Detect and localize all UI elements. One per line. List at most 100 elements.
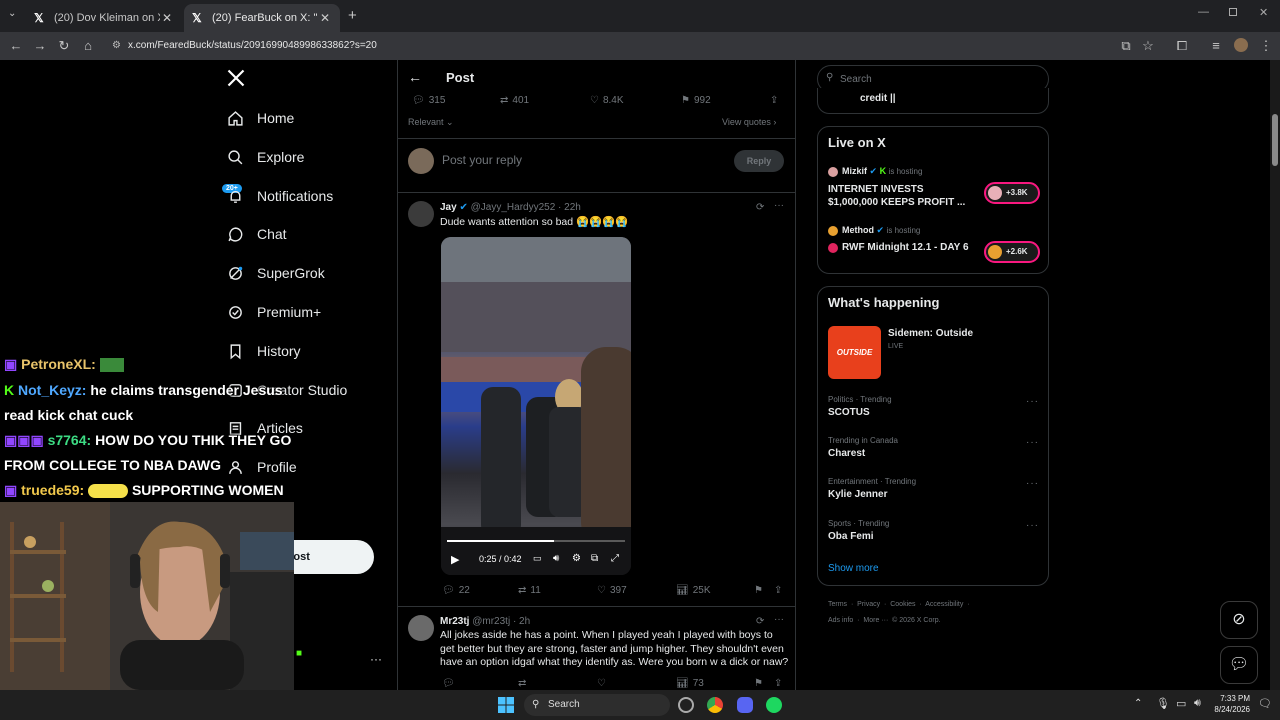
reply-author[interactable]: Mr23tj @mr23tj · 2h xyxy=(440,616,530,627)
views-count[interactable]: 📊︎ 25K xyxy=(676,585,711,596)
reply-button[interactable]: Reply xyxy=(734,150,784,172)
share-icon[interactable]: ⇪ xyxy=(774,585,782,596)
play-icon[interactable]: ▶ xyxy=(451,553,459,566)
nav-home[interactable]: Home xyxy=(226,106,294,130)
back-icon[interactable]: ← xyxy=(8,38,24,54)
new-tab-button[interactable]: + xyxy=(348,7,357,24)
more-icon[interactable]: ··· xyxy=(774,200,784,211)
repost-count[interactable]: ⇄ 11 xyxy=(518,585,541,596)
trend-more-icon[interactable]: ··· xyxy=(1026,396,1039,407)
show-more-link[interactable]: Show more xyxy=(828,563,879,574)
close-icon[interactable]: ✕ xyxy=(318,11,332,25)
heart-icon[interactable]: ♡ xyxy=(597,678,606,689)
install-icon[interactable]: ⧉ xyxy=(1118,38,1134,54)
reply-author[interactable]: Jay ✔ @Jayy_Hardyy252 · 22h xyxy=(440,202,581,213)
video-progress-track[interactable] xyxy=(447,540,625,542)
video-player[interactable]: ▶ 0:25 / 0:42 ▭ 🔊︎ ⚙ ⧉ ⤢ xyxy=(441,237,631,575)
trend-more-icon[interactable]: ··· xyxy=(1026,520,1039,531)
grok-fab[interactable]: ⊘ xyxy=(1220,601,1258,639)
live-listeners-pill[interactable]: +3.8K xyxy=(984,182,1040,204)
featured-title[interactable]: Sidemen: Outside xyxy=(888,328,973,339)
featured-thumbnail[interactable]: OUTSIDE xyxy=(828,326,881,379)
back-arrow-icon[interactable]: ← xyxy=(408,69,422,85)
site-info-icon[interactable]: ⚙ xyxy=(112,35,121,57)
live-item[interactable]: Method ✔ is hosting RWF Midnight 12.1 - … xyxy=(828,224,1040,264)
live-item[interactable]: Mizkif ✔ K is hosting INTERNET INVESTS $… xyxy=(828,165,1040,213)
extensions-icon[interactable]: ⧠ xyxy=(1174,38,1190,54)
avatar[interactable] xyxy=(408,615,434,641)
media-icon[interactable]: ≡ xyxy=(1208,38,1224,54)
grok-icon[interactable]: ⟳ xyxy=(756,616,764,627)
captions-icon[interactable]: ▭ xyxy=(533,553,542,564)
share-icon[interactable]: ⇪ xyxy=(770,95,778,106)
trend-name[interactable]: Oba Femi xyxy=(828,531,874,542)
task-view-icon[interactable] xyxy=(678,697,694,713)
repost-icon[interactable]: ⇄ xyxy=(518,678,526,689)
forward-icon[interactable]: → xyxy=(32,38,48,54)
scrollbar-thumb[interactable] xyxy=(1272,114,1278,166)
star-icon[interactable]: ☆ xyxy=(1140,38,1156,54)
nav-profile[interactable]: Profile xyxy=(226,455,297,479)
spotify-icon[interactable] xyxy=(766,697,782,713)
nav-explore[interactable]: Explore xyxy=(226,145,304,169)
nav-notifications[interactable]: Notifications xyxy=(226,184,333,208)
home-page-icon[interactable]: ⌂ xyxy=(80,38,96,54)
start-icon[interactable] xyxy=(498,697,514,713)
views-count[interactable]: 📊︎ 73 xyxy=(676,678,704,689)
profile-avatar[interactable] xyxy=(1234,38,1248,52)
taskbar-search[interactable]: ⚲ Search xyxy=(524,694,670,716)
repost-count[interactable]: ⇄ 401 xyxy=(500,95,529,106)
browser-tab-2[interactable]: 𝕏 (20) FearBuck on X: "Enes Kant ✕ xyxy=(184,4,340,32)
footer-links[interactable]: Terms · Privacy · Cookies · Accessibilit… xyxy=(828,601,970,608)
bookmark-icon[interactable]: ⚑ xyxy=(754,585,763,596)
share-icon[interactable]: ⇪ xyxy=(774,678,782,689)
like-count[interactable]: ♡ 8.4K xyxy=(590,95,624,106)
view-quotes-link[interactable]: View quotes › xyxy=(722,117,776,127)
maximize-icon[interactable] xyxy=(1229,8,1237,16)
nav-supergrok[interactable]: SuperGrok xyxy=(226,261,325,285)
menu-icon[interactable]: ⋮ xyxy=(1258,38,1274,54)
reply-icon[interactable]: 💬︎ xyxy=(442,678,455,689)
trend-name[interactable]: Kylie Jenner xyxy=(828,489,887,500)
clock-date[interactable]: 8/24/2026 xyxy=(1210,705,1250,714)
pip-icon[interactable]: ⧉ xyxy=(591,553,598,564)
nav-premium[interactable]: Premium+ xyxy=(226,300,321,324)
trend-more-icon[interactable]: ··· xyxy=(1026,437,1039,448)
discord-icon[interactable] xyxy=(737,697,753,713)
nav-chat[interactable]: Chat xyxy=(226,222,287,246)
tray-chevron-icon[interactable]: ⌃ xyxy=(1134,698,1142,709)
window-close-icon[interactable]: ✕ xyxy=(1259,6,1268,19)
minimize-icon[interactable]: — xyxy=(1198,6,1209,18)
bookmark-icon[interactable]: ⚑ xyxy=(754,678,763,689)
mic-icon[interactable]: 🎙︎ xyxy=(1156,697,1170,710)
bookmark-count[interactable]: ⚑ 992 xyxy=(681,95,711,106)
footer-links[interactable]: Ads info · More ··· © 2026 X Corp. xyxy=(828,617,941,624)
settings-icon[interactable]: ⚙ xyxy=(572,553,581,564)
nav-history[interactable]: History xyxy=(226,339,301,363)
reply-input[interactable]: Post your reply xyxy=(442,153,522,167)
account-more-icon[interactable]: ··· xyxy=(370,652,382,666)
trend-name[interactable]: SCOTUS xyxy=(828,407,870,418)
tab-search-chevron-icon[interactable]: ⌄ xyxy=(8,8,16,19)
messages-fab[interactable]: 💬︎ xyxy=(1220,646,1258,684)
reply-count[interactable]: 💬︎ 315 xyxy=(412,95,445,106)
chrome-icon[interactable] xyxy=(707,697,723,713)
network-icon[interactable]: ▭ xyxy=(1176,697,1186,710)
volume-icon[interactable]: 🔊︎ xyxy=(1194,697,1201,710)
page-scrollbar[interactable] xyxy=(1270,60,1280,690)
live-listeners-pill[interactable]: +2.6K xyxy=(984,241,1040,263)
avatar[interactable] xyxy=(408,201,434,227)
like-count[interactable]: ♡ 397 xyxy=(597,585,627,596)
reply-count[interactable]: 💬︎ 22 xyxy=(442,585,470,596)
trend-name[interactable]: Charest xyxy=(828,448,865,459)
grok-icon[interactable]: ⟳ xyxy=(756,202,764,213)
notifications-icon[interactable]: 🗨︎ xyxy=(1258,697,1272,710)
browser-tab-1[interactable]: 𝕏 (20) Dov Kleiman on X: "Updat ✕ xyxy=(26,4,182,32)
trend-more-icon[interactable]: ··· xyxy=(1026,478,1039,489)
volume-icon[interactable]: 🔊︎ xyxy=(553,553,559,564)
address-bar[interactable]: ⚙ x.com/FearedBuck/status/20916990489986… xyxy=(106,35,1156,57)
more-icon[interactable]: ··· xyxy=(774,614,784,625)
reload-icon[interactable]: ↻ xyxy=(56,38,72,54)
x-logo-icon[interactable] xyxy=(226,68,248,90)
fullscreen-icon[interactable]: ⤢ xyxy=(611,553,619,564)
